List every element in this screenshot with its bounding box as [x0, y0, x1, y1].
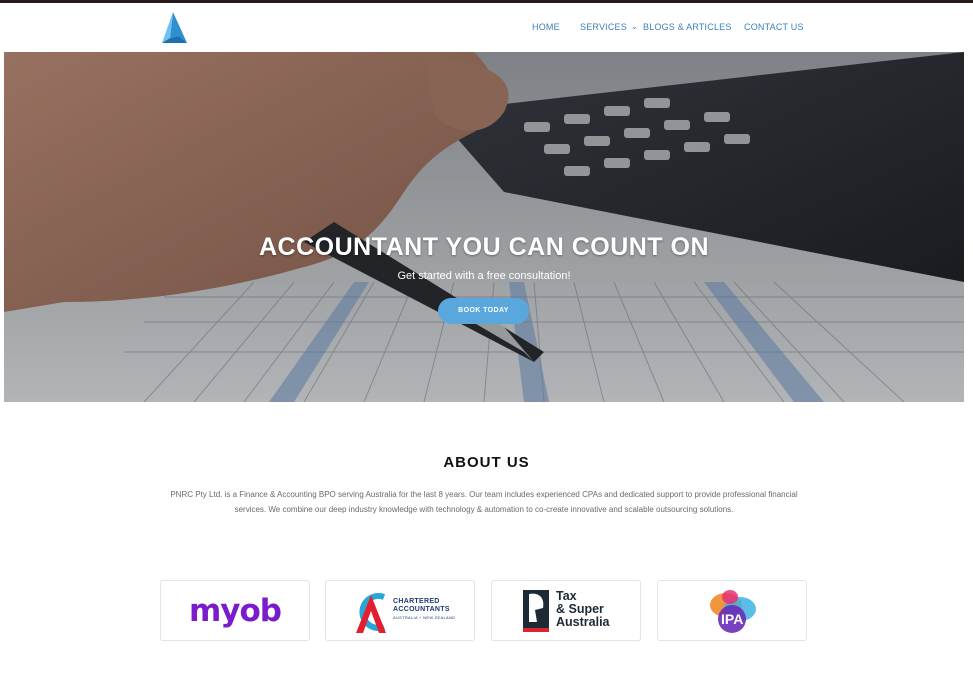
- hero-banner: ACCOUNTANT YOU CAN COUNT ON Get started …: [4, 52, 964, 402]
- tsa-name: Tax & Super Australia: [556, 590, 610, 629]
- ca-line1: CHARTERED: [393, 598, 440, 605]
- chartered-accountants-icon: [356, 593, 386, 633]
- tax-super-horse-icon: [523, 590, 549, 632]
- nav-home[interactable]: HOME: [532, 22, 560, 32]
- partner-logo-myob[interactable]: myob: [160, 580, 310, 641]
- ca-line2: ACCOUNTANTS: [393, 606, 450, 613]
- tsa-line2: & Super: [556, 602, 604, 616]
- ipa-logo: IPA: [710, 590, 756, 633]
- book-today-button[interactable]: BOOK TODAY: [438, 298, 529, 324]
- myob-logo-text: myob: [189, 593, 282, 629]
- chevron-down-icon: ⌄: [630, 22, 638, 31]
- tsa-line3: Australia: [556, 615, 610, 629]
- partner-logo-chartered-accountants[interactable]: CHARTERED ACCOUNTANTS AUSTRALIA + NEW ZE…: [325, 580, 475, 641]
- nav-services[interactable]: SERVICES ⌄: [580, 22, 638, 32]
- nav-blogs-articles[interactable]: BLOGS & ARTICLES: [643, 22, 732, 32]
- ipa-logo-text: IPA: [721, 611, 743, 627]
- about-text: PNRC Pty Ltd. is a Finance & Accounting …: [170, 490, 798, 514]
- triangle-a-logo[interactable]: [159, 11, 189, 45]
- nav-services-label: SERVICES: [580, 22, 627, 32]
- navbar: HOME SERVICES ⌄ BLOGS & ARTICLES CONTACT …: [0, 3, 973, 52]
- tsa-line1: Tax: [556, 589, 577, 603]
- partner-logo-ipa[interactable]: IPA: [657, 580, 807, 641]
- hero-title: ACCOUNTANT YOU CAN COUNT ON: [258, 233, 710, 261]
- hero-background-image: [4, 52, 964, 402]
- about-title: ABOUT US: [443, 454, 530, 471]
- partner-logo-tax-super-australia[interactable]: Tax & Super Australia: [491, 580, 641, 641]
- ca-region: AUSTRALIA + NEW ZEALAND: [393, 615, 456, 620]
- nav-contact-us[interactable]: CONTACT US: [744, 22, 804, 32]
- ca-name: CHARTERED ACCOUNTANTS: [393, 598, 450, 614]
- hero-subtitle: Get started with a free consultation!: [397, 270, 571, 282]
